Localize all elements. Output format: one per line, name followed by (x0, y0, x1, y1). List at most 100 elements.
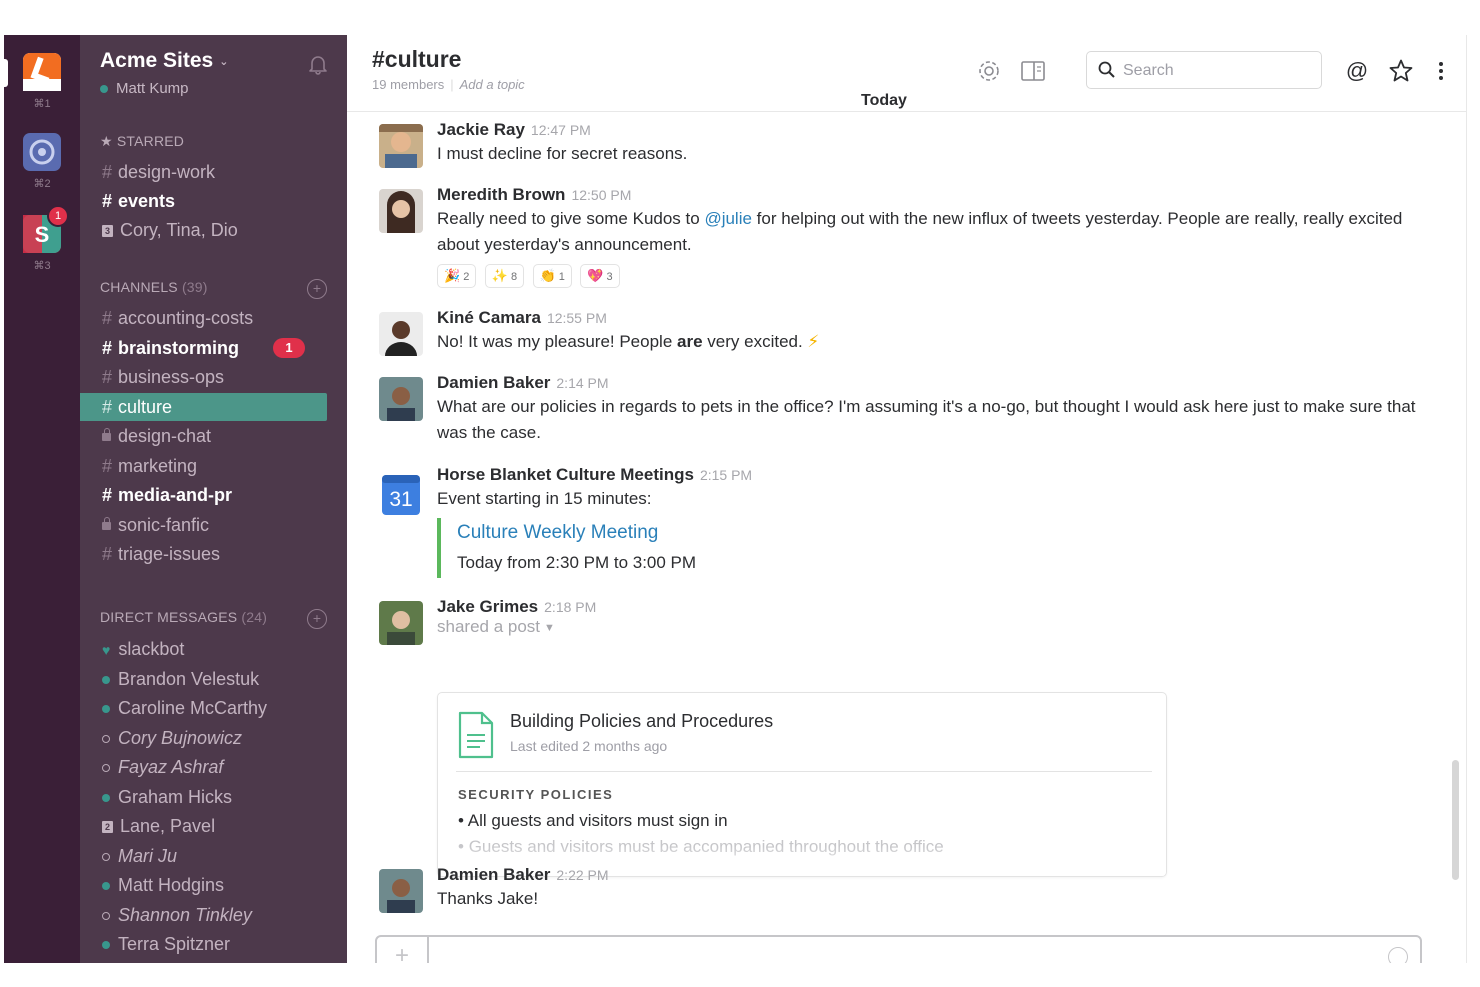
team-switch-3[interactable]: S 1 ⌘3 (22, 205, 69, 272)
presence-active-icon (102, 676, 110, 685)
team-name: Acme Sites (100, 49, 214, 72)
add-dm-icon[interactable]: + (307, 609, 327, 629)
message-author[interactable]: Damien Baker (437, 865, 550, 884)
message-text: Really need to give some Kudos to @julie… (437, 206, 1436, 258)
shared-post-label[interactable]: shared a post ▼ (437, 617, 1436, 637)
team-menu[interactable]: Acme Sites ⌄ (100, 49, 228, 73)
dm-section-label[interactable]: DIRECT MESSAGES (24) (100, 609, 267, 625)
sidebar-item-label: Graham Hicks (118, 787, 233, 807)
sidebar-item-slackbot[interactable]: ♥ slackbot (80, 635, 327, 663)
channel-title[interactable]: #culture (372, 46, 461, 73)
sidebar-item-business-ops[interactable]: # business-ops (80, 363, 327, 391)
message-timestamp[interactable]: 12:55 PM (547, 310, 607, 326)
add-topic-link[interactable]: Add a topic (460, 77, 525, 92)
message-body: Jake Grimes 2:18 PM shared a post ▼ (437, 597, 1436, 637)
avatar[interactable] (379, 377, 423, 421)
message-author[interactable]: Jake Grimes (437, 597, 538, 616)
attach-plus-icon[interactable]: + (377, 937, 429, 963)
presence-active-icon (102, 882, 110, 891)
message-timestamp[interactable]: 2:22 PM (556, 867, 608, 883)
message-timestamp[interactable]: 2:14 PM (556, 375, 608, 391)
calendar-icon[interactable]: 31 (382, 475, 420, 515)
message-author[interactable]: Meredith Brown (437, 185, 565, 204)
avatar[interactable] (379, 124, 423, 168)
message-author[interactable]: Damien Baker (437, 373, 550, 392)
message-timestamp[interactable]: 12:50 PM (571, 187, 631, 203)
team-switch-1[interactable]: ⌘1 (4, 53, 62, 110)
caret-down-icon: ▼ (544, 621, 555, 634)
event-title-link[interactable]: Culture Weekly Meeting (457, 518, 1436, 548)
channel-meta: 19 members | Add a topic (372, 77, 525, 92)
gear-icon[interactable] (975, 57, 1003, 85)
team-target-icon (23, 133, 61, 171)
message-author[interactable]: Kiné Camara (437, 308, 541, 327)
message-composer: + (375, 935, 1422, 963)
sidebar-item-label: Shannon Tinkley (118, 905, 252, 925)
sidebar-item-brandon-velestuk[interactable]: Brandon Velestuk (80, 665, 327, 693)
sidebar-item-marketing[interactable]: # marketing (80, 452, 327, 480)
sidebar-item-design-work[interactable]: # design-work (80, 158, 327, 186)
user-mention[interactable]: @julie (704, 209, 752, 228)
sidebar-item-cory-bujnowicz[interactable]: Cory Bujnowicz (80, 724, 327, 752)
search-box[interactable] (1086, 51, 1322, 89)
message-timestamp[interactable]: 2:15 PM (700, 467, 752, 483)
starred-section-label[interactable]: ★ STARRED (100, 133, 184, 150)
message-text: What are our policies in regards to pets… (437, 397, 1416, 442)
message-author[interactable]: Horse Blanket Culture Meetings (437, 465, 694, 484)
emoji-icon[interactable] (1388, 947, 1408, 963)
message-timestamp[interactable]: 2:18 PM (544, 599, 596, 615)
add-channel-icon[interactable]: + (307, 279, 327, 299)
message-input[interactable] (437, 943, 1361, 963)
reaction-count: 3 (606, 271, 613, 283)
message-timestamp[interactable]: 12:47 PM (531, 122, 591, 138)
post-title[interactable]: Building Policies and Procedures (510, 711, 773, 732)
sidebar-item-sonic-fanfic[interactable]: sonic-fanfic (80, 511, 327, 539)
sidebar-item-label: brainstorming (118, 338, 240, 358)
message-scrollbar[interactable] (1452, 760, 1459, 880)
avatar[interactable] (379, 189, 423, 233)
sidebar-item-lane-pavel[interactable]: 2 Lane, Pavel (80, 812, 327, 840)
sidebar-item-caroline-mccarthy[interactable]: Caroline McCarthy (80, 694, 327, 722)
sidebar-item-mari-ju[interactable]: Mari Ju (80, 842, 327, 870)
avatar[interactable] (379, 601, 423, 645)
hash-icon: # (102, 397, 113, 417)
current-user-name: Matt Kump (116, 80, 189, 97)
sidebar-item-label: business-ops (118, 367, 225, 387)
reaction-heart[interactable]: 💖 3 (580, 264, 620, 288)
sidebar-item-label: Fayaz Ashraf (118, 757, 224, 777)
sidebar-item-design-chat[interactable]: design-chat (80, 422, 327, 450)
message-author[interactable]: Jackie Ray (437, 120, 525, 139)
sidebar-item-fayaz-ashraf[interactable]: Fayaz Ashraf (80, 753, 327, 781)
sidebar-item-events[interactable]: # events (80, 187, 327, 215)
svg-text:S: S (35, 222, 50, 247)
avatar[interactable] (379, 869, 423, 913)
sidebar-item-matt-hodgins[interactable]: Matt Hodgins (80, 871, 327, 899)
sidebar-item-shannon-tinkley[interactable]: Shannon Tinkley (80, 901, 327, 929)
post-preview-card[interactable]: Building Policies and Procedures Last ed… (437, 692, 1167, 877)
reaction-bar: 🎉 2 ✨ 8 👏 1 💖 3 (437, 264, 1436, 288)
more-vertical-icon[interactable] (1427, 57, 1455, 85)
sidebar-item-media-and-pr[interactable]: # media-and-pr (80, 481, 327, 509)
team-switch-2[interactable]: ⌘2 (22, 133, 62, 190)
channels-section-label[interactable]: CHANNELS (39) (100, 279, 208, 295)
sidebar-item-terra-spitzner[interactable]: Terra Spitzner (80, 930, 327, 958)
bell-icon[interactable] (307, 53, 329, 75)
sidebar-item-group-dm[interactable]: 3 Cory, Tina, Dio (80, 216, 327, 244)
star-icon[interactable] (1387, 57, 1415, 85)
sidebar-item-triage-issues[interactable]: # triage-issues (80, 540, 327, 568)
reaction-clap[interactable]: 👏 1 (532, 264, 572, 288)
sidebar-item-brainstorming[interactable]: # brainstorming 1 (80, 334, 327, 362)
reaction-sparkles[interactable]: ✨ 8 (484, 264, 525, 288)
sidebar-item-culture[interactable]: # culture (80, 393, 327, 421)
sidebar-item-label: events (118, 191, 176, 211)
sidebar-toggle-icon[interactable] (1019, 57, 1047, 85)
member-count[interactable]: 19 members (372, 77, 444, 92)
mentions-icon[interactable]: @ (1343, 57, 1371, 85)
search-input[interactable] (1121, 58, 1315, 84)
reaction-tada[interactable]: 🎉 2 (437, 264, 477, 288)
avatar[interactable] (379, 312, 423, 356)
sidebar-item-label: marketing (118, 456, 198, 476)
sidebar-item-accounting-costs[interactable]: # accounting-costs (80, 304, 327, 332)
message-body: Jackie Ray 12:47 PM I must decline for se… (437, 120, 1436, 167)
sidebar-item-graham-hicks[interactable]: Graham Hicks (80, 783, 327, 811)
